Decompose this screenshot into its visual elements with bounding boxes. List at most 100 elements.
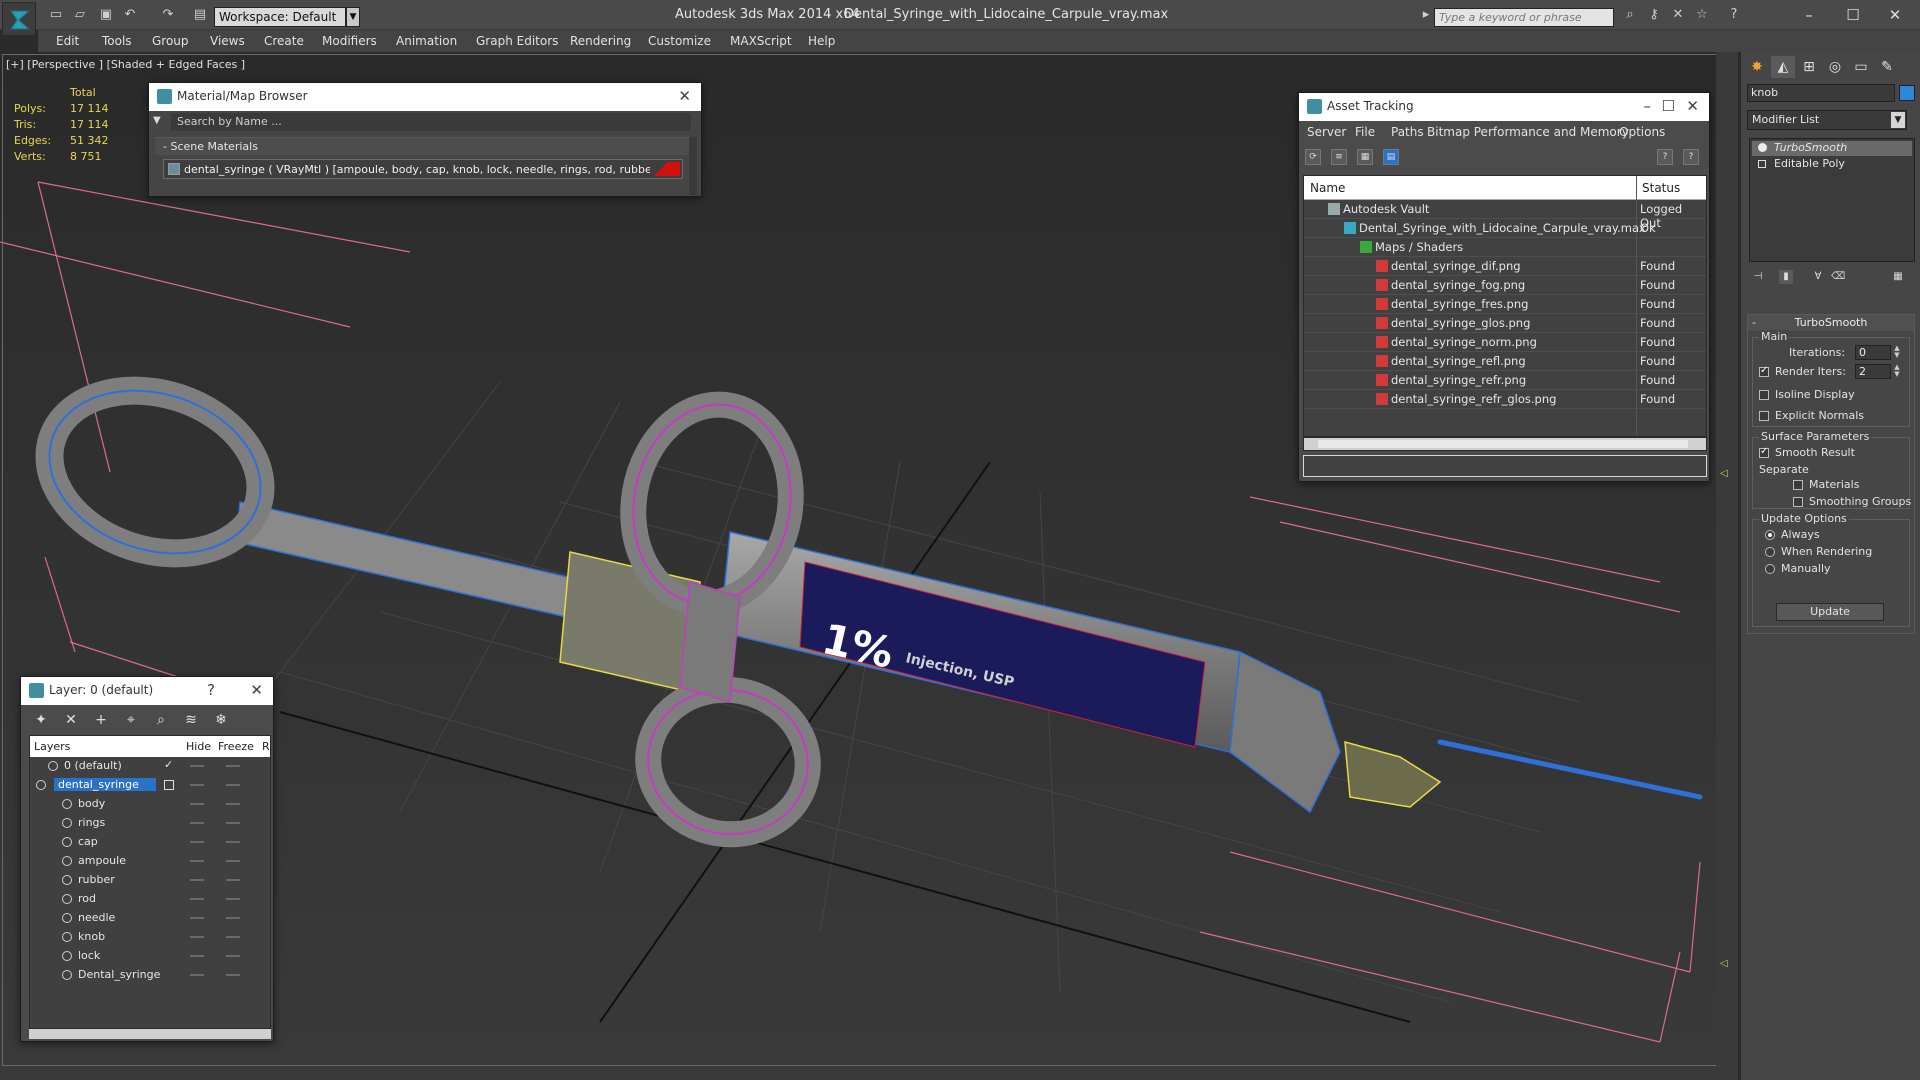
delete-layer-icon[interactable]: ✕ xyxy=(63,712,79,728)
spinner-arrows-icon[interactable]: ▲ ▼ xyxy=(1893,364,1901,379)
object-color-swatch[interactable] xyxy=(1899,85,1915,101)
layer-row[interactable]: body xyxy=(30,795,270,814)
modifier-on-bulb-icon[interactable] xyxy=(1758,143,1767,152)
layer-row[interactable]: 0 (default) ✓ xyxy=(30,757,270,776)
close-icon[interactable]: ✕ xyxy=(250,681,263,699)
table-row[interactable]: dental_syringe_refl.png Found xyxy=(1304,352,1706,371)
show-end-result-icon[interactable]: ▮ xyxy=(1779,270,1793,284)
separate-materials-checkbox[interactable] xyxy=(1793,480,1803,490)
table-row[interactable]: Dental_Syringe_with_Lidocaine_Carpule_vr… xyxy=(1304,219,1706,238)
asset-tracking-titlebar[interactable]: Asset Tracking – ☐ ✕ xyxy=(1299,93,1709,121)
utilities-tab-icon[interactable]: ✎ xyxy=(1875,56,1899,78)
asset-menu-server[interactable]: Server xyxy=(1307,125,1346,139)
close-icon[interactable]: ✕ xyxy=(678,87,691,105)
undo-icon[interactable]: ↶ xyxy=(122,7,138,23)
hide-toggle[interactable] xyxy=(190,860,204,862)
hide-toggle[interactable] xyxy=(190,784,204,786)
hide-toggle[interactable] xyxy=(190,974,204,976)
hide-toggle[interactable] xyxy=(190,822,204,824)
save-file-icon[interactable]: ▣ xyxy=(98,7,114,23)
remove-modifier-icon[interactable]: ⌫ xyxy=(1831,270,1845,284)
menu-help[interactable]: Help xyxy=(808,34,835,48)
layer-row[interactable]: rubber xyxy=(30,871,270,890)
list-view-icon[interactable]: ≡ xyxy=(1331,149,1347,165)
menu-customize[interactable]: Customize xyxy=(648,34,711,48)
menu-views[interactable]: Views xyxy=(210,34,245,48)
freeze-toggle[interactable] xyxy=(226,974,240,976)
menu-animation[interactable]: Animation xyxy=(396,34,457,48)
refresh-icon[interactable]: ⟳ xyxy=(1305,149,1321,165)
hide-toggle[interactable] xyxy=(190,936,204,938)
highlight-layer-icon[interactable]: ⌕ xyxy=(153,712,169,728)
new-file-icon[interactable]: ▭ xyxy=(48,7,64,23)
update-when-rendering-radio[interactable] xyxy=(1765,547,1775,557)
asset-menu-bitmap-performance[interactable]: Bitmap Performance and Memory xyxy=(1427,125,1629,139)
column-freeze[interactable]: Freeze xyxy=(218,740,254,753)
active-layer-box[interactable] xyxy=(164,780,174,790)
modifier-list-dropdown[interactable]: Modifier List xyxy=(1747,110,1907,130)
minimize-icon[interactable]: – xyxy=(1644,97,1652,115)
hide-toggle[interactable] xyxy=(190,879,204,881)
freeze-toggle[interactable] xyxy=(226,917,240,919)
freeze-all-icon[interactable]: ❄ xyxy=(213,712,229,728)
layer-row[interactable]: lock xyxy=(30,947,270,966)
make-unique-icon[interactable]: ∀ xyxy=(1811,270,1825,284)
viewport-label[interactable]: [+] [Perspective ] [Shaded + Edged Faces… xyxy=(6,58,245,71)
key-icon[interactable]: ⚷ xyxy=(1646,7,1662,23)
freeze-toggle[interactable] xyxy=(226,955,240,957)
expand-plus-icon[interactable] xyxy=(1758,160,1766,168)
turbosmooth-rollout-header[interactable]: - TurboSmooth xyxy=(1748,315,1914,331)
select-objects-icon[interactable]: ⌖ xyxy=(123,712,139,728)
layer-row[interactable]: cap xyxy=(30,833,270,852)
table-row[interactable]: dental_syringe_dif.png Found xyxy=(1304,257,1706,276)
layer-row[interactable]: knob xyxy=(30,928,270,947)
asset-table-scrollbar[interactable] xyxy=(1303,437,1707,451)
hierarchy-tab-icon[interactable]: ⊞ xyxy=(1797,56,1821,78)
layer-row[interactable]: needle xyxy=(30,909,270,928)
binoculars-icon[interactable]: ⌕ xyxy=(1622,7,1638,23)
freeze-toggle[interactable] xyxy=(226,879,240,881)
menu-edit[interactable]: Edit xyxy=(56,34,79,48)
explicit-normals-checkbox[interactable] xyxy=(1759,411,1769,421)
smooth-result-checkbox[interactable] xyxy=(1759,446,1769,458)
update-always-radio[interactable] xyxy=(1765,530,1775,540)
minimize-window-icon[interactable]: – xyxy=(1786,2,1832,28)
hide-toggle[interactable] xyxy=(190,955,204,957)
close-window-icon[interactable]: ✕ xyxy=(1872,2,1918,28)
open-file-icon[interactable]: ▱ xyxy=(72,7,88,23)
column-name[interactable]: Name xyxy=(1310,181,1345,195)
menu-create[interactable]: Create xyxy=(264,34,304,48)
column-hide[interactable]: Hide xyxy=(186,740,211,753)
table-row[interactable]: Autodesk Vault Logged Out xyxy=(1304,200,1706,230)
maximize-icon[interactable]: ☐ xyxy=(1662,97,1675,115)
material-browser-scrollbar[interactable] xyxy=(689,137,697,195)
hide-toggle[interactable] xyxy=(190,803,204,805)
update-button[interactable]: Update xyxy=(1776,603,1884,621)
thumbnail-view-icon[interactable]: ▦ xyxy=(1357,149,1373,165)
workspace-dropdown[interactable]: Workspace: Default xyxy=(214,7,346,27)
hide-toggle[interactable] xyxy=(190,765,204,767)
freeze-toggle[interactable] xyxy=(226,936,240,938)
configure-sets-icon[interactable]: ▦ xyxy=(1891,270,1905,284)
freeze-toggle[interactable] xyxy=(226,898,240,900)
asset-path-field[interactable] xyxy=(1303,455,1707,477)
object-name-input[interactable]: knob xyxy=(1747,84,1895,102)
help-icon[interactable]: ? xyxy=(207,681,215,699)
freeze-toggle[interactable] xyxy=(226,822,240,824)
menu-graph-editors[interactable]: Graph Editors xyxy=(476,34,558,48)
freeze-toggle[interactable] xyxy=(226,784,240,786)
create-tab-icon[interactable]: ✸ xyxy=(1745,56,1769,78)
separate-smoothing-groups-checkbox[interactable] xyxy=(1793,497,1803,507)
table-view-icon[interactable]: ▤ xyxy=(1383,149,1399,165)
table-row[interactable]: dental_syringe_refr_glos.png Found xyxy=(1304,390,1706,409)
spinner-arrows-icon[interactable]: ▲ ▼ xyxy=(1893,345,1901,360)
menu-rendering[interactable]: Rendering xyxy=(570,34,631,48)
column-render[interactable]: R xyxy=(262,740,270,753)
render-iters-checkbox[interactable] xyxy=(1759,365,1769,377)
freeze-toggle[interactable] xyxy=(226,803,240,805)
stack-item-turbosmooth[interactable]: TurboSmooth xyxy=(1752,141,1912,156)
layer-manager-titlebar[interactable]: Layer: 0 (default) ? ✕ xyxy=(21,677,273,705)
material-entry-dental-syringe[interactable]: dental_syringe ( VRayMtl ) [ampoule, bod… xyxy=(163,159,683,179)
menu-modifiers[interactable]: Modifiers xyxy=(322,34,377,48)
keyword-search-input[interactable]: Type a keyword or phrase xyxy=(1434,8,1614,27)
